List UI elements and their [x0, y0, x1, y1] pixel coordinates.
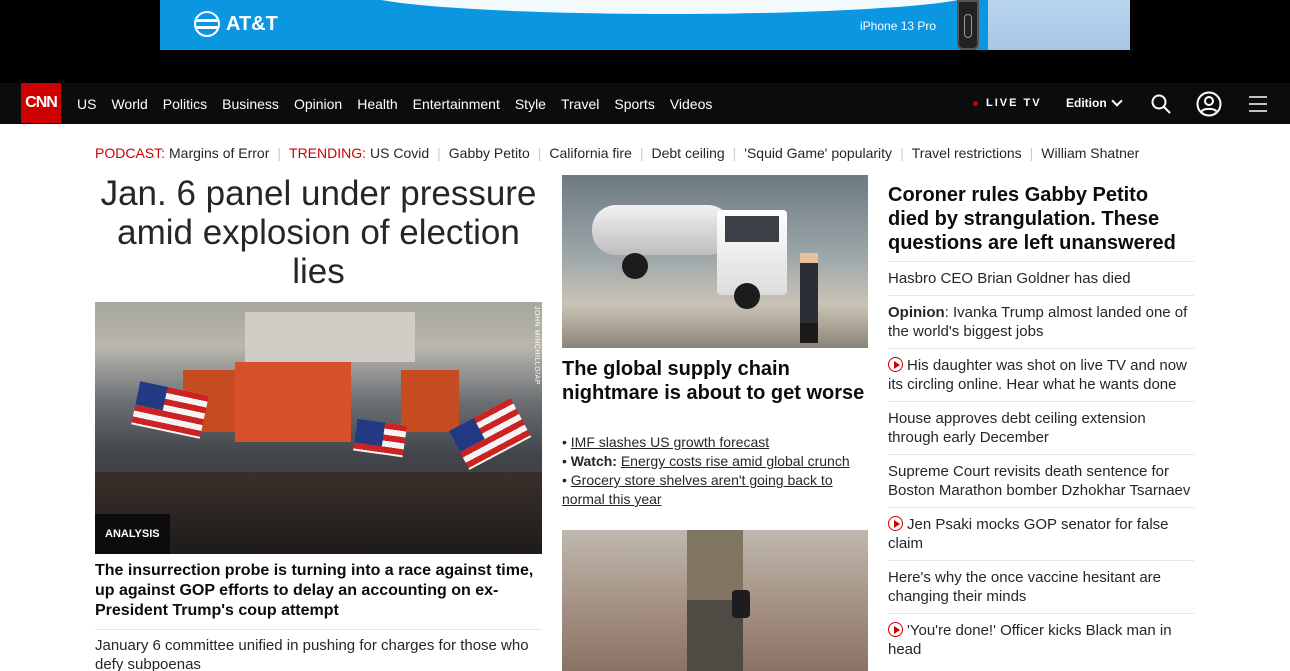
list-item: Supreme Court revisits death sentence fo… — [888, 454, 1194, 507]
menu-icon[interactable] — [1247, 93, 1269, 115]
list-item: Grocery store shelves aren't going back … — [562, 471, 868, 509]
wheel — [622, 253, 648, 279]
list-item: Here's why the once vaccine hesitant are… — [888, 560, 1194, 613]
supply-chain-headline[interactable]: The global supply chain nightmare is abo… — [562, 357, 868, 405]
search-icon[interactable] — [1150, 93, 1172, 115]
nav-link-health[interactable]: Health — [357, 96, 397, 112]
account-icon[interactable] — [1196, 91, 1222, 117]
nav-link-style[interactable]: Style — [515, 96, 546, 112]
list-item: Jen Psaki mocks GOP senator for false cl… — [888, 507, 1194, 560]
headline-list: Hasbro CEO Brian Goldner has died Opinio… — [888, 261, 1194, 666]
trending-link[interactable]: Travel restrictions — [912, 145, 1022, 161]
divider: | — [277, 145, 282, 161]
cnn-logo[interactable]: CNN — [21, 83, 61, 123]
opinion-label: Opinion — [888, 304, 945, 321]
divider: | — [437, 145, 441, 161]
list-item: Opinion: Ivanka Trump almost landed one … — [888, 295, 1194, 348]
divider: | — [1029, 145, 1034, 161]
trending-link[interactable]: California fire — [549, 145, 631, 161]
headline-link[interactable]: His daughter was shot on live TV and now… — [888, 357, 1187, 393]
chevron-down-icon — [1111, 95, 1123, 107]
nav-link-travel[interactable]: Travel — [561, 96, 599, 112]
trending-link[interactable]: Debt ceiling — [652, 145, 725, 161]
play-icon — [888, 357, 903, 372]
walking-man-image[interactable] — [562, 530, 868, 671]
live-tv-button[interactable]: LIVE TV — [973, 97, 1042, 109]
watch-label: Watch: — [570, 453, 617, 469]
ad-product: iPhone 13 Pro — [860, 19, 937, 33]
divider: | — [732, 145, 737, 161]
edition-label: Edition — [1066, 96, 1107, 110]
flag — [448, 398, 532, 470]
list-item: IMF slashes US growth forecast — [562, 433, 868, 452]
related-link[interactable]: Grocery store shelves aren't going back … — [562, 472, 833, 507]
list-item: Hasbro CEO Brian Goldner has died — [888, 261, 1194, 295]
flag — [353, 418, 407, 458]
advertisement-banner[interactable]: AT&T iPhone 13 Pro — [160, 0, 1130, 50]
play-icon — [888, 622, 903, 637]
nav-link-sports[interactable]: Sports — [614, 96, 654, 112]
divider: | — [537, 145, 542, 161]
att-globe-icon — [194, 11, 220, 37]
worker — [800, 253, 818, 343]
list-item: Watch: Energy costs rise amid global cru… — [562, 452, 868, 471]
truck-cab — [717, 210, 787, 295]
trending-tag: TRENDING: — [289, 145, 367, 161]
trending-link[interactable]: Gabby Petito — [449, 145, 530, 161]
headline-link[interactable]: House approves debt ceiling extension th… — [888, 410, 1146, 446]
ad-bar: AT&T iPhone 13 Pro — [0, 0, 1290, 83]
headline-link[interactable]: Jen Psaki mocks GOP senator for false cl… — [888, 516, 1169, 552]
nav-link-opinion[interactable]: Opinion — [294, 96, 342, 112]
headline-link[interactable]: Supreme Court revisits death sentence fo… — [888, 463, 1190, 499]
trending-link[interactable]: William Shatner — [1041, 145, 1139, 161]
divider: | — [639, 145, 644, 161]
hero-related-link[interactable]: January 6 committee unified in pushing f… — [95, 636, 542, 671]
podcast-link[interactable]: Margins of Error — [169, 145, 269, 161]
podcast-tag: PODCAST: — [95, 145, 166, 161]
analysis-badge: ANALYSIS — [95, 514, 170, 554]
hero-headline[interactable]: Jan. 6 panel under pressure amid explosi… — [95, 174, 542, 291]
edition-dropdown[interactable]: Edition — [1066, 95, 1123, 110]
att-logo: AT&T — [194, 11, 278, 37]
hero-subheadline[interactable]: The insurrection probe is turning into a… — [95, 561, 542, 621]
nav-link-politics[interactable]: Politics — [163, 96, 207, 112]
petito-headline[interactable]: Coroner rules Gabby Petito died by stran… — [888, 183, 1194, 255]
ad-panel — [988, 0, 1130, 50]
live-dot-icon — [973, 100, 978, 106]
wheel — [734, 283, 760, 309]
divider — [95, 629, 542, 630]
screen-right — [401, 370, 459, 432]
divider: | — [900, 145, 904, 161]
capitol-building — [245, 312, 415, 362]
ad-swoosh — [360, 0, 980, 14]
tank — [592, 205, 732, 255]
trending-link[interactable]: 'Squid Game' popularity — [744, 145, 892, 161]
bag — [732, 590, 750, 618]
trending-bar: PODCAST: Margins of Error | TRENDING: US… — [95, 145, 1139, 161]
top-nav: CNN US World Politics Business Opinion H… — [0, 83, 1290, 124]
headline-link[interactable]: 'You're done!' Officer kicks Black man i… — [888, 622, 1172, 658]
headline-link[interactable]: Hasbro CEO Brian Goldner has died — [888, 270, 1131, 287]
nav-links: US World Politics Business Opinion Healt… — [77, 83, 727, 124]
play-icon — [888, 516, 903, 531]
related-link[interactable]: IMF slashes US growth forecast — [571, 434, 769, 450]
nav-link-business[interactable]: Business — [222, 96, 279, 112]
ad-brand: AT&T — [226, 12, 278, 35]
related-link[interactable]: Energy costs rise amid global crunch — [621, 453, 850, 469]
photo-credit: JOHN MINCHILLO/AP — [533, 306, 540, 385]
nav-link-world[interactable]: World — [111, 96, 147, 112]
list-item: 'You're done!' Officer kicks Black man i… — [888, 613, 1194, 666]
trending-link[interactable]: US Covid — [370, 145, 429, 161]
list-item: House approves debt ceiling extension th… — [888, 401, 1194, 454]
nav-link-videos[interactable]: Videos — [670, 96, 713, 112]
list-item: His daughter was shot on live TV and now… — [888, 348, 1194, 401]
headline-link[interactable]: Here's why the once vaccine hesitant are… — [888, 569, 1161, 605]
phone-image — [957, 0, 979, 50]
tanker-truck-image[interactable] — [562, 175, 868, 348]
live-tv-label: LIVE TV — [986, 97, 1042, 109]
supply-related-list: IMF slashes US growth forecast Watch: En… — [562, 433, 868, 509]
nav-link-us[interactable]: US — [77, 96, 96, 112]
nav-link-entertainment[interactable]: Entertainment — [413, 96, 500, 112]
screen-center — [235, 362, 351, 442]
